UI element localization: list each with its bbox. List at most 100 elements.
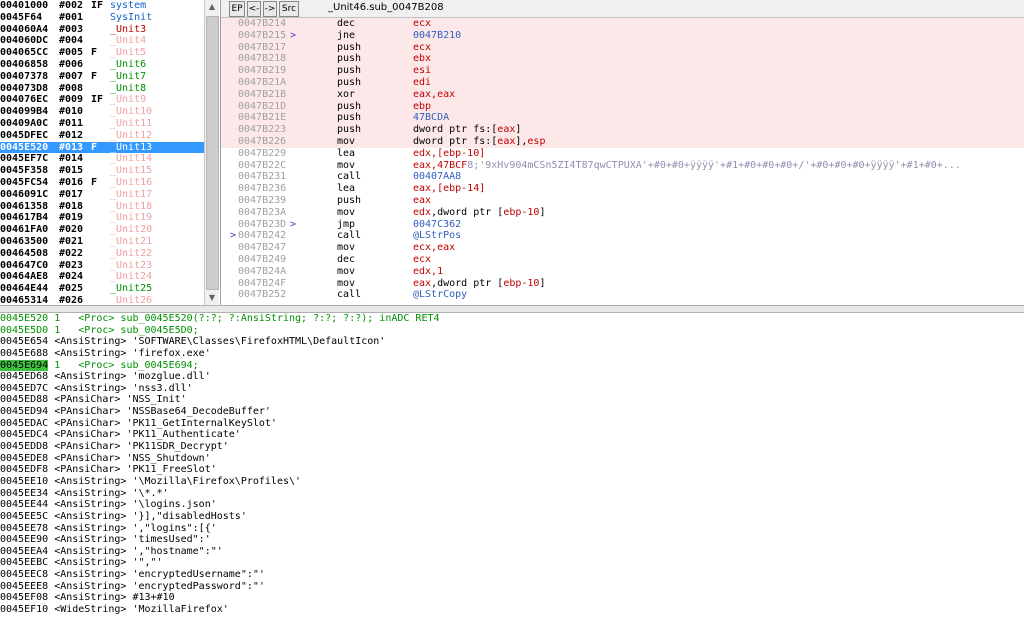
asm-row[interactable]: 0047B215 > jne 0047B210 <box>221 29 1024 42</box>
entry-point-button[interactable]: EP <box>229 1 245 17</box>
asm-row[interactable]: 0047B223 push dword ptr fs:[eax] <box>221 124 1024 136</box>
unit-number: #012 <box>59 129 84 141</box>
asm-row[interactable]: 0047B236 lea eax,[ebp-14] <box>221 183 1024 195</box>
asm-row[interactable]: >0047B242 call @LStrPos <box>221 230 1024 242</box>
string-row[interactable]: 0045E654 <AnsiString> 'SOFTWARE\Classes\… <box>0 336 1024 348</box>
disassembly-listing[interactable]: 0047B214 dec ecx 0047B215 > jne 0047B210 0047B2… <box>221 18 1024 305</box>
unit-row[interactable]: 0045EF7C #014 _Unit14 <box>0 153 204 165</box>
asm-row[interactable]: 0047B226 mov dword ptr fs:[eax],esp <box>221 135 1024 148</box>
asm-row[interactable]: 0047B23A mov edx,dword ptr [ebp-10] <box>221 207 1024 219</box>
unit-number: #016 <box>59 176 84 188</box>
unit-row[interactable]: 0045F358 #015 _Unit15 <box>0 165 204 177</box>
asm-mnemonic: mov <box>337 265 356 277</box>
unit-list-scrollbar[interactable]: ▲ ▼ <box>204 0 219 305</box>
forward-button[interactable]: -> <box>263 1 277 17</box>
unit-row[interactable]: 00461FA0 #020 _Unit20 <box>0 224 204 236</box>
asm-row[interactable]: 0047B229 lea edx,[ebp-10] <box>221 148 1024 160</box>
unit-row[interactable]: 004617B4 #019 _Unit19 <box>0 212 204 224</box>
string-row[interactable]: 0045EE44 <AnsiString> '\logins.json' <box>0 499 1024 511</box>
string-row[interactable]: 0045EDC4 <PAnsiChar> 'PK11_Authenticate' <box>0 429 1024 441</box>
asm-row[interactable]: 0047B21E push 47BCDA <box>221 112 1024 125</box>
unit-row[interactable]: 00401000 #002 IF system <box>0 0 204 12</box>
asm-operand: eax,[ebp-14] <box>413 183 486 195</box>
string-row[interactable]: 0045EE78 <AnsiString> ',"logins":[{' <box>0 523 1024 535</box>
unit-row[interactable]: 004060DC #004 _Unit4 <box>0 35 204 47</box>
scroll-thumb[interactable] <box>206 16 219 290</box>
unit-row[interactable]: 00406858 #006 _Unit6 <box>0 59 204 71</box>
string-row[interactable]: 0045E5D0 1 <Proc> sub_0045E5D0; <box>0 325 1024 337</box>
asm-address: 0047B24A <box>238 265 287 277</box>
unit-address: 00464E44 <box>0 283 49 295</box>
string-row[interactable]: 0045E520 1 <Proc> sub_0045E520(?:?; ?:An… <box>0 313 1024 325</box>
string-row[interactable]: 0045EE34 <AnsiString> '\*.*' <box>0 488 1024 500</box>
asm-row[interactable]: 0047B231 call 00407AA8 <box>221 171 1024 183</box>
unit-row[interactable]: 0046091C #017 _Unit17 <box>0 189 204 201</box>
unit-row[interactable]: 00407378 #007 F _Unit7 <box>0 71 204 83</box>
source-button[interactable]: Src <box>279 1 299 17</box>
unit-row[interactable]: 004065CC #005 F _Unit5 <box>0 47 204 59</box>
string-row[interactable]: 0045EEBC <AnsiString> '","' <box>0 557 1024 569</box>
string-row[interactable]: 0045ED7C <AnsiString> 'nss3.dll' <box>0 383 1024 395</box>
scroll-down-arrow-icon[interactable]: ▼ <box>205 291 219 305</box>
unit-row[interactable]: 004099B4 #010 _Unit10 <box>0 106 204 118</box>
unit-row[interactable]: 00464508 #022 _Unit22 <box>0 248 204 260</box>
string-row[interactable]: 0045ED68 <AnsiString> 'mozglue.dll' <box>0 371 1024 383</box>
string-row[interactable]: 0045EE90 <AnsiString> 'timesUsed":' <box>0 534 1024 546</box>
string-row[interactable]: 0045EDF8 <PAnsiChar> 'PK11_FreeSlot' <box>0 464 1024 476</box>
string-row[interactable]: 0045E694 1 <Proc> sub_0045E694; <box>0 359 1024 372</box>
unit-row[interactable]: 00465314 #026 _Unit26 <box>0 295 204 305</box>
scroll-up-arrow-icon[interactable]: ▲ <box>205 0 219 14</box>
string-row[interactable]: 0045EEE8 <AnsiString> 'encryptedPassword… <box>0 581 1024 593</box>
unit-row[interactable]: 00464E44 #025 _Unit25 <box>0 283 204 295</box>
asm-row[interactable]: 0047B24F mov eax,dword ptr [ebp-10] <box>221 278 1024 290</box>
string-row[interactable]: 0045E688 <AnsiString> 'firefox.exe' <box>0 348 1024 360</box>
unit-row[interactable]: 0045E520 #013 F _Unit13 <box>0 141 204 154</box>
unit-row[interactable]: 00461358 #018 _Unit18 <box>0 201 204 213</box>
string-row[interactable]: 0045EDAC <PAnsiChar> 'PK11_GetInternalKe… <box>0 418 1024 430</box>
unit-row[interactable]: 004076EC #009 IF _Unit9 <box>0 94 204 106</box>
string-row[interactable]: 0045EDE8 <PAnsiChar> 'NSS_Shutdown' <box>0 453 1024 465</box>
unit-row[interactable]: 00464AE8 #024 _Unit24 <box>0 271 204 283</box>
asm-address: 0047B215 <box>238 29 287 41</box>
unit-row[interactable]: 0045DFEC #012 _Unit12 <box>0 130 204 142</box>
asm-row[interactable]: 0047B214 dec ecx <box>221 18 1024 30</box>
asm-row[interactable]: 0047B23D > jmp 0047C362 <box>221 219 1024 231</box>
unit-row[interactable]: 004073D8 #008 _Unit8 <box>0 83 204 95</box>
asm-row[interactable]: 0047B21A push edi <box>221 76 1024 89</box>
asm-mnemonic: push <box>337 194 362 206</box>
unit-row[interactable]: 00463500 #021 _Unit21 <box>0 236 204 248</box>
asm-row[interactable]: 0047B22C mov eax,47BCF8;'9xHv904mCSn5ZI4T8… <box>221 160 1024 172</box>
back-button[interactable]: <- <box>247 1 261 17</box>
string-row[interactable]: 0045EEA4 <AnsiString> ',"hostname":"' <box>0 546 1024 558</box>
asm-address: 0047B21A <box>238 76 287 88</box>
asm-row[interactable]: 0047B218 push ebx <box>221 53 1024 66</box>
string-row[interactable]: 0045EE5C <AnsiString> '}],"disabledHosts… <box>0 511 1024 523</box>
unit-row[interactable]: 004647C0 #023 _Unit23 <box>0 260 204 272</box>
unit-list[interactable]: 00401000 #002 IF system 0045F64 #001 SysInit 00… <box>0 0 204 305</box>
asm-row[interactable]: 0047B219 push esi <box>221 65 1024 77</box>
unit-row[interactable]: 0045F64 #001 SysInit <box>0 12 204 24</box>
string-row[interactable]: 0045EF10 <WideString> 'MozillaFirefox' <box>0 604 1024 616</box>
string-text: <AnsiString> '\*.*' <box>48 487 169 499</box>
string-row[interactable]: 0045ED88 <PAnsiChar> 'NSS_Init' <box>0 394 1024 406</box>
asm-row[interactable]: 0047B21D push ebp <box>221 100 1024 113</box>
string-row[interactable]: 0045ED94 <PAnsiChar> 'NSSBase64_DecodeBu… <box>0 406 1024 418</box>
asm-row[interactable]: 0047B21B xor eax,eax <box>221 88 1024 101</box>
pane-splitter[interactable] <box>0 305 1024 313</box>
string-row[interactable]: 0045EEC8 <AnsiString> 'encryptedUsername… <box>0 569 1024 581</box>
unit-row[interactable]: 004060A4 #003 _Unit3 <box>0 24 204 36</box>
string-row[interactable]: 0045EF08 <AnsiString> #13+#10 <box>0 592 1024 604</box>
asm-row[interactable]: 0047B247 mov ecx,eax <box>221 242 1024 254</box>
unit-row[interactable]: 0045FC54 #016 F _Unit16 <box>0 177 204 189</box>
unit-row[interactable]: 00409A0C #011 _Unit11 <box>0 118 204 130</box>
string-row[interactable]: 0045EE10 <AnsiString> '\Mozilla\Firefox\… <box>0 476 1024 488</box>
asm-row[interactable]: 0047B252 call @LStrCopy <box>221 289 1024 301</box>
asm-row[interactable]: 0047B249 dec ecx <box>221 254 1024 266</box>
string-text: <AnsiString> '\Mozilla\Firefox\Profiles\… <box>48 475 302 487</box>
unit-number: #019 <box>59 212 84 224</box>
string-row[interactable]: 0045EDD8 <PAnsiChar> 'PK11SDR_Decrypt' <box>0 441 1024 453</box>
asm-row[interactable]: 0047B217 push ecx <box>221 41 1024 54</box>
strings-listing[interactable]: 0045E520 1 <Proc> sub_0045E520(?:?; ?:An… <box>0 313 1024 619</box>
asm-row[interactable]: 0047B24A mov edx,1 <box>221 266 1024 278</box>
asm-row[interactable]: 0047B239 push eax <box>221 195 1024 207</box>
